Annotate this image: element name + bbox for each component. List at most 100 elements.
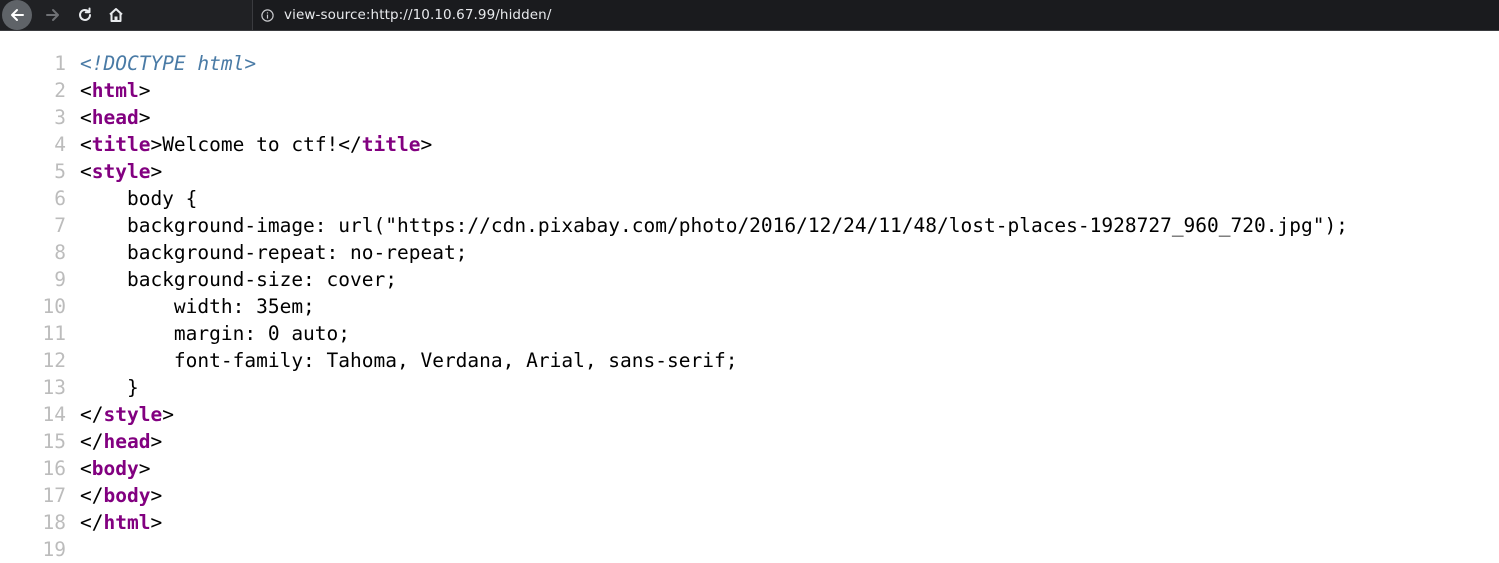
line-code: width: 35em; <box>80 293 315 320</box>
line-code: </body> <box>80 482 162 509</box>
line-number: 6 <box>54 187 66 210</box>
code-text: > <box>138 457 151 480</box>
tag-name: style <box>103 403 163 426</box>
code-text: </ <box>80 484 104 507</box>
tag-name: head <box>91 106 139 129</box>
line-number: 1 <box>54 52 66 75</box>
browser-toolbar: view-source:http://10.10.67.99/hidden/ <box>0 0 1499 31</box>
tag-name: html <box>103 511 151 534</box>
line-code: <html> <box>80 77 150 104</box>
tag-name: head <box>103 430 151 453</box>
source-line: 1 <!DOCTYPE html> <box>0 50 1499 77</box>
code-text: > <box>162 403 174 426</box>
info-icon[interactable] <box>261 8 274 22</box>
source-line: 6 body { <box>0 185 1499 212</box>
code-text: > <box>150 484 163 507</box>
line-number: 7 <box>54 214 66 237</box>
code-text: > <box>138 79 151 102</box>
url-text[interactable]: view-source:http://10.10.67.99/hidden/ <box>284 7 552 23</box>
doctype-declaration: <!DOCTYPE html> <box>80 52 257 75</box>
back-arrow-icon <box>2 0 32 30</box>
code-text: > <box>138 106 151 129</box>
source-line: 2 <html> <box>0 77 1499 104</box>
code-text: < <box>80 79 92 102</box>
code-text: </ <box>80 403 104 426</box>
source-line: 9 background-size: cover; <box>0 266 1499 293</box>
source-line: 11 margin: 0 auto; <box>0 320 1499 347</box>
line-number: 3 <box>54 106 66 129</box>
reload-button[interactable] <box>70 0 100 30</box>
reload-icon <box>76 6 94 24</box>
code-text: background-repeat: no-repeat; <box>80 241 468 264</box>
line-code: body { <box>80 185 197 212</box>
code-text: > <box>150 511 163 534</box>
source-line: 5 <style> <box>0 158 1499 185</box>
line-number: 13 <box>42 376 66 399</box>
code-text: background-size: cover; <box>80 268 397 291</box>
code-text: < <box>80 457 92 480</box>
line-number: 10 <box>42 295 66 318</box>
line-number: 15 <box>42 430 66 453</box>
line-code: <head> <box>80 104 150 131</box>
code-text: > <box>150 160 163 183</box>
line-code: </style> <box>80 401 174 428</box>
line-code: margin: 0 auto; <box>80 320 350 347</box>
code-text: </ <box>80 511 104 534</box>
line-number: 16 <box>42 457 66 480</box>
address-bar[interactable]: view-source:http://10.10.67.99/hidden/ <box>252 0 1499 30</box>
source-line: 18 </html> <box>0 509 1499 536</box>
line-code: } <box>80 374 139 401</box>
line-number: 12 <box>42 349 66 372</box>
code-text: > <box>420 133 433 156</box>
code-text: background-image: url("https://cdn.pixab… <box>80 214 1348 237</box>
code-text: body { <box>80 187 198 210</box>
line-number: 14 <box>42 403 66 426</box>
tag-name: body <box>91 457 139 480</box>
tag-name: body <box>103 484 151 507</box>
line-number: 2 <box>54 79 66 102</box>
home-button[interactable] <box>101 0 131 30</box>
forward-arrow-icon <box>44 6 62 24</box>
code-text: </ <box>80 430 104 453</box>
line-code: background-repeat: no-repeat; <box>80 239 467 266</box>
code-text: < <box>80 133 92 156</box>
line-code: <!DOCTYPE html> <box>80 50 256 77</box>
tag-name: title <box>361 133 421 156</box>
line-number: 5 <box>54 160 66 183</box>
line-code: <style> <box>80 158 162 185</box>
forward-button[interactable] <box>38 0 68 30</box>
tag-name: html <box>91 79 139 102</box>
line-number: 18 <box>42 511 66 534</box>
line-code: font-family: Tahoma, Verdana, Arial, san… <box>80 347 738 374</box>
code-text: margin: 0 auto; <box>80 322 351 345</box>
source-line: 13 } <box>0 374 1499 401</box>
line-code: <title>Welcome to ctf!</title> <box>80 131 432 158</box>
back-button[interactable] <box>2 0 32 30</box>
source-line: 19 <box>0 536 1499 563</box>
line-number: 8 <box>54 241 66 264</box>
code-text: > <box>150 430 163 453</box>
line-number: 4 <box>54 133 66 156</box>
source-line: 8 background-repeat: no-repeat; <box>0 239 1499 266</box>
line-number: 19 <box>42 538 66 561</box>
line-code: </html> <box>80 509 162 536</box>
home-icon <box>107 6 125 24</box>
page-source-view: 1 <!DOCTYPE html> 2 <html> 3 <head> 4 <title>We… <box>0 50 1499 563</box>
line-code: </head> <box>80 428 162 455</box>
source-line: 15 </head> <box>0 428 1499 455</box>
code-text: } <box>80 376 139 399</box>
line-number: 17 <box>42 484 66 507</box>
code-text: font-family: Tahoma, Verdana, Arial, san… <box>80 349 738 372</box>
source-line: 7 background-image: url("https://cdn.pix… <box>0 212 1499 239</box>
tag-name: title <box>91 133 151 156</box>
line-number: 11 <box>42 322 66 345</box>
source-line: 17 </body> <box>0 482 1499 509</box>
code-text: < <box>80 160 92 183</box>
source-line: 3 <head> <box>0 104 1499 131</box>
code-text: < <box>80 106 92 129</box>
source-line: 16 <body> <box>0 455 1499 482</box>
code-text: >Welcome to ctf!</ <box>150 133 362 156</box>
line-code: background-size: cover; <box>80 266 397 293</box>
source-line: 12 font-family: Tahoma, Verdana, Arial, … <box>0 347 1499 374</box>
line-code: <body> <box>80 455 150 482</box>
